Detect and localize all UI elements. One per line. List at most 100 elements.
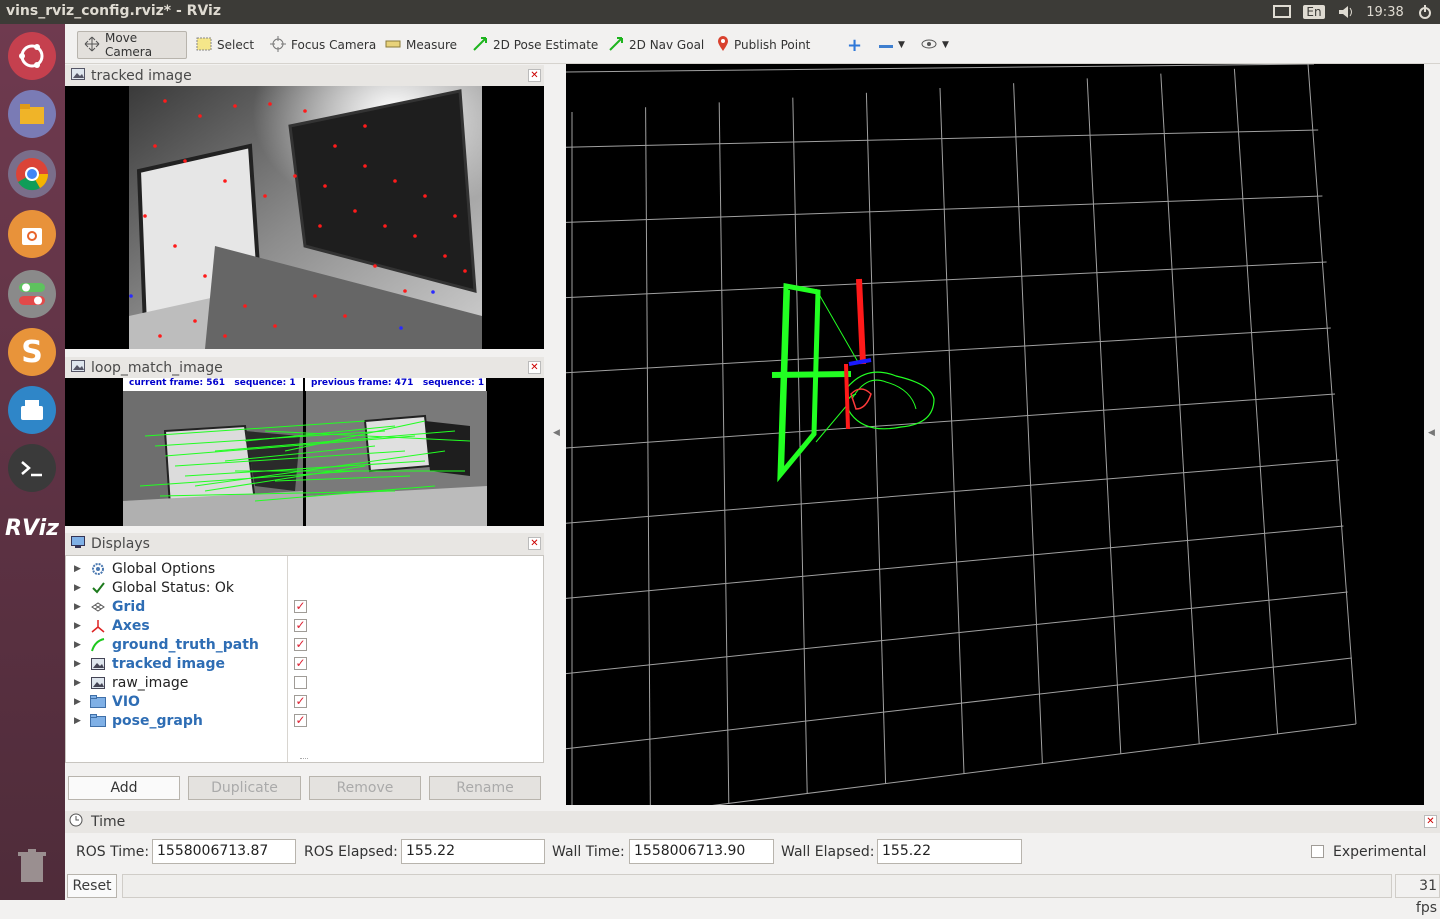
grid-line: [1086, 78, 1122, 755]
trash-icon[interactable]: [8, 842, 56, 890]
sublime-text-icon[interactable]: S: [8, 328, 56, 376]
display-item[interactable]: ▶ ground_truth_path: [66, 635, 288, 654]
grid-line: [645, 107, 651, 805]
ros-time-field[interactable]: 1558006713.87: [152, 839, 296, 864]
splitter-handle[interactable]: [300, 758, 308, 762]
2d-pose-estimate-tool[interactable]: 2D Pose Estimate: [466, 31, 604, 59]
keyboard-language-indicator[interactable]: En: [1303, 0, 1325, 24]
scene: [566, 64, 1357, 805]
display-enabled-checkbox[interactable]: ✓: [294, 714, 307, 727]
expand-arrow-icon[interactable]: ▶: [74, 659, 86, 669]
display-item[interactable]: ▶ Global Options: [66, 559, 288, 578]
display-enabled-checkbox[interactable]: ✓: [294, 600, 307, 613]
eye-icon: [921, 38, 937, 52]
ros-time-label: ROS Time:: [76, 844, 150, 860]
display-item-label: Grid: [112, 598, 146, 615]
close-icon[interactable]: ✕: [528, 69, 541, 82]
storage-icon[interactable]: [8, 386, 56, 434]
current-frame-label: current frame: 561 sequence: 1: [123, 378, 303, 391]
wall-time-field[interactable]: 1558006713.90: [629, 839, 774, 864]
expand-arrow-icon[interactable]: ▶: [74, 602, 86, 612]
volume-icon[interactable]: [1334, 0, 1358, 24]
files-icon[interactable]: [8, 90, 56, 138]
collapse-left-icon[interactable]: ◀: [553, 428, 560, 438]
display-enabled-checkbox[interactable]: ✓: [294, 638, 307, 651]
select-icon: [196, 37, 212, 54]
view-menu[interactable]: ▼: [915, 31, 955, 59]
plus-icon: +: [847, 34, 863, 56]
display-item-label: ground_truth_path: [112, 636, 259, 653]
display-item[interactable]: ▶ tracked image: [66, 654, 288, 673]
display-item[interactable]: ▶ Global Status: Ok: [66, 578, 288, 597]
ros-elapsed-field[interactable]: 155.22: [401, 839, 545, 864]
panel-title: loop_match_image: [91, 360, 223, 376]
move-camera-tool[interactable]: Move Camera: [77, 31, 187, 59]
power-icon[interactable]: [1414, 0, 1436, 24]
collapse-right-icon[interactable]: ◀: [1428, 428, 1435, 438]
grid-icon: [90, 599, 106, 615]
check-icon: [90, 580, 106, 596]
image-icon: [90, 675, 106, 691]
2d-nav-goal-tool[interactable]: 2D Nav Goal: [602, 31, 710, 59]
display-enabled-checkbox[interactable]: [294, 676, 307, 689]
close-icon[interactable]: ✕: [1424, 815, 1437, 828]
green-arrow-icon: [472, 36, 488, 55]
remove-tool-menu[interactable]: ▼: [873, 31, 911, 59]
rviz-launcher-icon[interactable]: RViz: [4, 504, 60, 552]
system-settings-icon[interactable]: [8, 270, 56, 318]
add-tool-button[interactable]: +: [841, 31, 868, 59]
display-item[interactable]: ▶ VIO: [66, 692, 288, 711]
measure-tool[interactable]: Measure: [379, 31, 463, 59]
expand-arrow-icon[interactable]: ▶: [74, 621, 86, 631]
close-icon[interactable]: ✕: [528, 537, 541, 550]
green-arrow-icon: [608, 36, 624, 55]
experimental-checkbox[interactable]: [1311, 845, 1324, 858]
expand-arrow-icon[interactable]: ▶: [74, 678, 86, 688]
launcher: S RViz: [0, 24, 65, 900]
minus-icon: [879, 38, 893, 52]
terminal-icon[interactable]: [8, 444, 56, 492]
software-center-icon[interactable]: [8, 210, 56, 258]
display-enabled-checkbox[interactable]: ✓: [294, 657, 307, 670]
rename-display-button[interactable]: Rename: [429, 776, 541, 800]
map-pin-icon: [717, 35, 729, 55]
3d-render-view[interactable]: [566, 64, 1424, 805]
time-panel-header: Time ✕: [65, 811, 1440, 833]
close-icon[interactable]: ✕: [528, 361, 541, 374]
ubuntu-dash-icon[interactable]: [8, 32, 56, 80]
grid-line: [566, 657, 1352, 750]
display-item[interactable]: ▶ Axes: [66, 616, 288, 635]
remove-display-button[interactable]: Remove: [309, 776, 421, 800]
screen-icon[interactable]: [1270, 0, 1294, 24]
grid-line: [566, 525, 1344, 599]
reset-button[interactable]: Reset: [67, 874, 117, 898]
expand-arrow-icon[interactable]: ▶: [74, 564, 86, 574]
panel-title: Time: [91, 814, 126, 830]
display-item[interactable]: ▶ raw_image: [66, 673, 288, 692]
expand-arrow-icon[interactable]: ▶: [74, 716, 86, 726]
duplicate-display-button[interactable]: Duplicate: [188, 776, 301, 800]
grid-line: [865, 92, 887, 785]
wall-time-label: Wall Time:: [552, 844, 625, 860]
expand-arrow-icon[interactable]: ▶: [74, 583, 86, 593]
display-enabled-checkbox[interactable]: ✓: [294, 695, 307, 708]
path-icon: [90, 637, 106, 653]
displays-tree: ▶ Global Options ▶ Global Status: Ok ▶ Grid ✓ ▶…: [65, 555, 544, 763]
axes-icon: [90, 618, 106, 634]
wall-elapsed-label: Wall Elapsed:: [781, 844, 875, 860]
select-tool[interactable]: Select: [190, 31, 260, 59]
focus-camera-icon: [270, 35, 286, 55]
expand-arrow-icon[interactable]: ▶: [74, 640, 86, 650]
display-item[interactable]: ▶ pose_graph: [66, 711, 288, 730]
grid: [566, 64, 1357, 805]
clock[interactable]: 19:38: [1364, 0, 1406, 24]
expand-arrow-icon[interactable]: ▶: [74, 697, 86, 707]
add-display-button[interactable]: Add: [68, 776, 180, 800]
display-item[interactable]: ▶ Grid: [66, 597, 288, 616]
chrome-icon[interactable]: [8, 150, 56, 198]
grid-line: [1307, 64, 1357, 725]
focus-camera-tool[interactable]: Focus Camera: [264, 31, 382, 59]
display-enabled-checkbox[interactable]: ✓: [294, 619, 307, 632]
wall-elapsed-field[interactable]: 155.22: [877, 839, 1022, 864]
publish-point-tool[interactable]: Publish Point: [711, 31, 816, 59]
